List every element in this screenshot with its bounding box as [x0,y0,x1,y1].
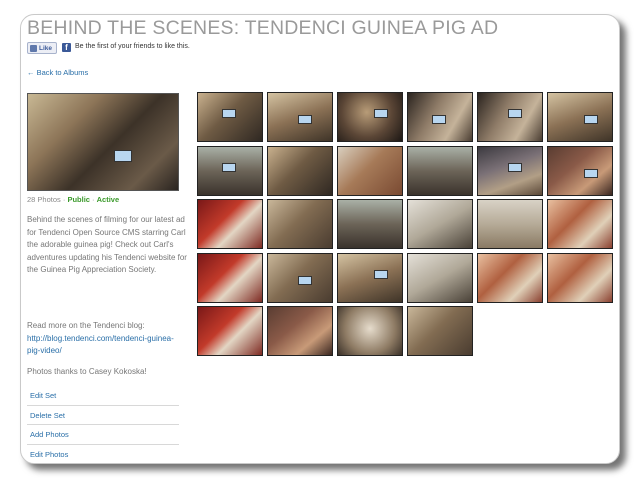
photo-thumbnail[interactable] [337,145,403,196]
laptop-icon [508,162,522,172]
photo-thumbnail[interactable] [197,306,263,356]
photo-thumbnail[interactable] [267,252,333,303]
photo-thumbnail[interactable] [197,252,263,303]
facebook-like-text: Be the first of your friends to like thi… [75,43,190,50]
laptop-icon [222,162,236,172]
status-active: Active [96,195,120,204]
photo-thumbnail[interactable] [547,145,613,196]
album-page: BEHIND THE SCENES: TENDENCI GUINEA PIG A… [20,14,620,464]
blog-link[interactable]: http://blog.tendenci.com/tendenci-guinea… [27,333,187,358]
album-meta: 28 Photos · Public · Active [27,195,119,204]
photo-thumbnail[interactable] [197,199,263,249]
laptop-icon [374,269,388,279]
blog-reference: Read more on the Tendenci blog: http://b… [27,320,187,358]
laptop-icon [114,150,132,162]
page-title: BEHIND THE SCENES: TENDENCI GUINEA PIG A… [27,17,499,39]
photo-thumbnail[interactable] [477,92,543,142]
laptop-icon [508,109,522,118]
photo-thumbnail[interactable] [477,199,543,249]
laptop-icon [222,109,236,118]
photo-thumbnail[interactable] [407,92,473,142]
add-photos-link[interactable]: Add Photos [27,425,179,445]
album-cover-photo[interactable] [27,93,179,191]
photo-credit: Photos thanks to Casey Kokoska! [27,367,147,376]
laptop-icon [584,115,598,124]
photo-thumbnail[interactable] [267,145,333,196]
photo-thumbnail[interactable] [337,92,403,142]
photo-thumbnail[interactable] [547,92,613,142]
edit-set-link[interactable]: Edit Set [27,386,179,406]
thumbs-up-icon [30,44,37,52]
facebook-icon: f [62,43,71,52]
photo-thumbnail[interactable] [547,199,613,249]
photo-thumbnail[interactable] [267,199,333,249]
photo-thumbnail[interactable] [337,199,403,249]
like-label: Like [39,44,53,52]
laptop-icon [374,109,388,118]
laptop-icon [298,275,312,285]
photo-thumbnail[interactable] [197,145,263,196]
photo-thumbnail[interactable] [547,252,613,303]
photo-thumbnail[interactable] [337,306,403,356]
blog-intro: Read more on the Tendenci blog: [27,321,145,330]
meta-separator: · [89,195,97,204]
photo-thumbnail[interactable] [337,252,403,303]
laptop-icon [584,168,598,178]
delete-set-link[interactable]: Delete Set [27,406,179,425]
photo-thumbnail[interactable] [267,306,333,356]
facebook-like-button[interactable]: Like [27,42,57,54]
photo-thumbnail[interactable] [477,145,543,196]
photo-thumbnail[interactable] [407,252,473,303]
edit-photos-link[interactable]: Edit Photos [27,445,179,464]
laptop-icon [432,115,446,124]
laptop-icon [298,115,312,124]
photo-count: 28 Photos [27,195,61,204]
photo-thumbnail[interactable] [197,92,263,142]
photo-thumbnail[interactable] [407,306,473,356]
album-description: Behind the scenes of filming for our lat… [27,215,187,275]
back-to-albums-link[interactable]: ← Back to Albums [27,68,88,77]
photo-thumbnail[interactable] [407,145,473,196]
photo-thumbnail[interactable] [407,199,473,249]
photo-thumbnail[interactable] [267,92,333,142]
photo-thumbnail[interactable] [477,252,543,303]
status-public: Public [67,195,90,204]
album-actions: Edit Set Delete Set Add Photos Edit Phot… [27,386,179,464]
